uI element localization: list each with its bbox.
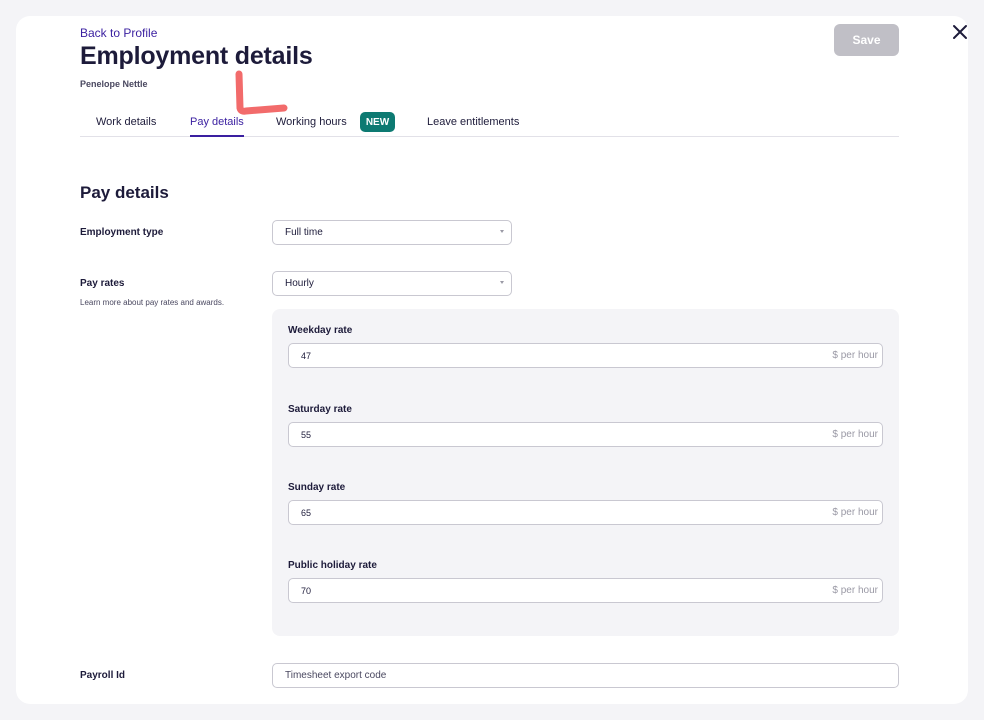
rate-unit-suffix: $ per hour	[832, 350, 878, 361]
tab-work-details[interactable]: Work details	[96, 116, 156, 128]
saturday-rate-input[interactable]: 55 $ per hour	[288, 422, 883, 447]
sunday-rate-input[interactable]: 65 $ per hour	[288, 500, 883, 525]
saturday-rate-label: Saturday rate	[288, 404, 352, 415]
payroll-id-label: Payroll Id	[80, 670, 126, 681]
section-title: Pay details	[80, 183, 169, 202]
weekday-rate-label: Weekday rate	[288, 325, 353, 336]
sunday-rate-value: 65	[301, 508, 312, 518]
pay-rates-select[interactable]: Hourly	[272, 271, 512, 296]
pay-rates-helper: Learn more about pay rates and awards.	[80, 298, 225, 307]
back-to-profile-link[interactable]: Back to Profile	[80, 26, 157, 40]
employment-type-value: Full time	[285, 227, 323, 238]
active-tab-indicator	[190, 135, 244, 137]
weekday-rate-value: 47	[301, 351, 312, 361]
pay-rates-value: Hourly	[285, 278, 314, 289]
page-title: Employment details	[80, 42, 313, 70]
public-holiday-rate-value: 70	[301, 586, 312, 596]
rate-unit-suffix: $ per hour	[832, 507, 878, 518]
employment-type-select[interactable]: Full time	[272, 220, 512, 245]
pay-rates-label: Pay rates	[80, 278, 125, 289]
tab-working-hours[interactable]: Working hours	[276, 116, 347, 128]
chevron-down-icon	[500, 230, 504, 233]
annotation-mark	[235, 70, 288, 115]
employment-details-modal: Back to Profile Employment details Penel…	[16, 16, 968, 704]
payroll-id-input[interactable]	[272, 663, 899, 688]
employee-name: Penelope Nettle	[80, 79, 148, 89]
public-holiday-rate-label: Public holiday rate	[288, 560, 377, 571]
save-button[interactable]: Save	[834, 24, 899, 56]
new-badge: NEW	[360, 112, 395, 132]
rate-unit-suffix: $ per hour	[832, 429, 878, 440]
tab-leave-entitlements[interactable]: Leave entitlements	[427, 116, 519, 128]
rates-panel: Weekday rate 47 $ per hour Saturday rate…	[272, 309, 899, 636]
sunday-rate-label: Sunday rate	[288, 482, 346, 493]
close-icon[interactable]	[950, 22, 970, 42]
employment-type-label: Employment type	[80, 227, 164, 238]
rate-unit-suffix: $ per hour	[832, 585, 878, 596]
tab-pay-details[interactable]: Pay details	[190, 116, 244, 128]
saturday-rate-value: 55	[301, 430, 312, 440]
chevron-down-icon	[500, 281, 504, 284]
tab-bar: Work details Pay details Working hours N…	[80, 108, 899, 137]
public-holiday-rate-input[interactable]: 70 $ per hour	[288, 578, 883, 603]
weekday-rate-input[interactable]: 47 $ per hour	[288, 343, 883, 368]
